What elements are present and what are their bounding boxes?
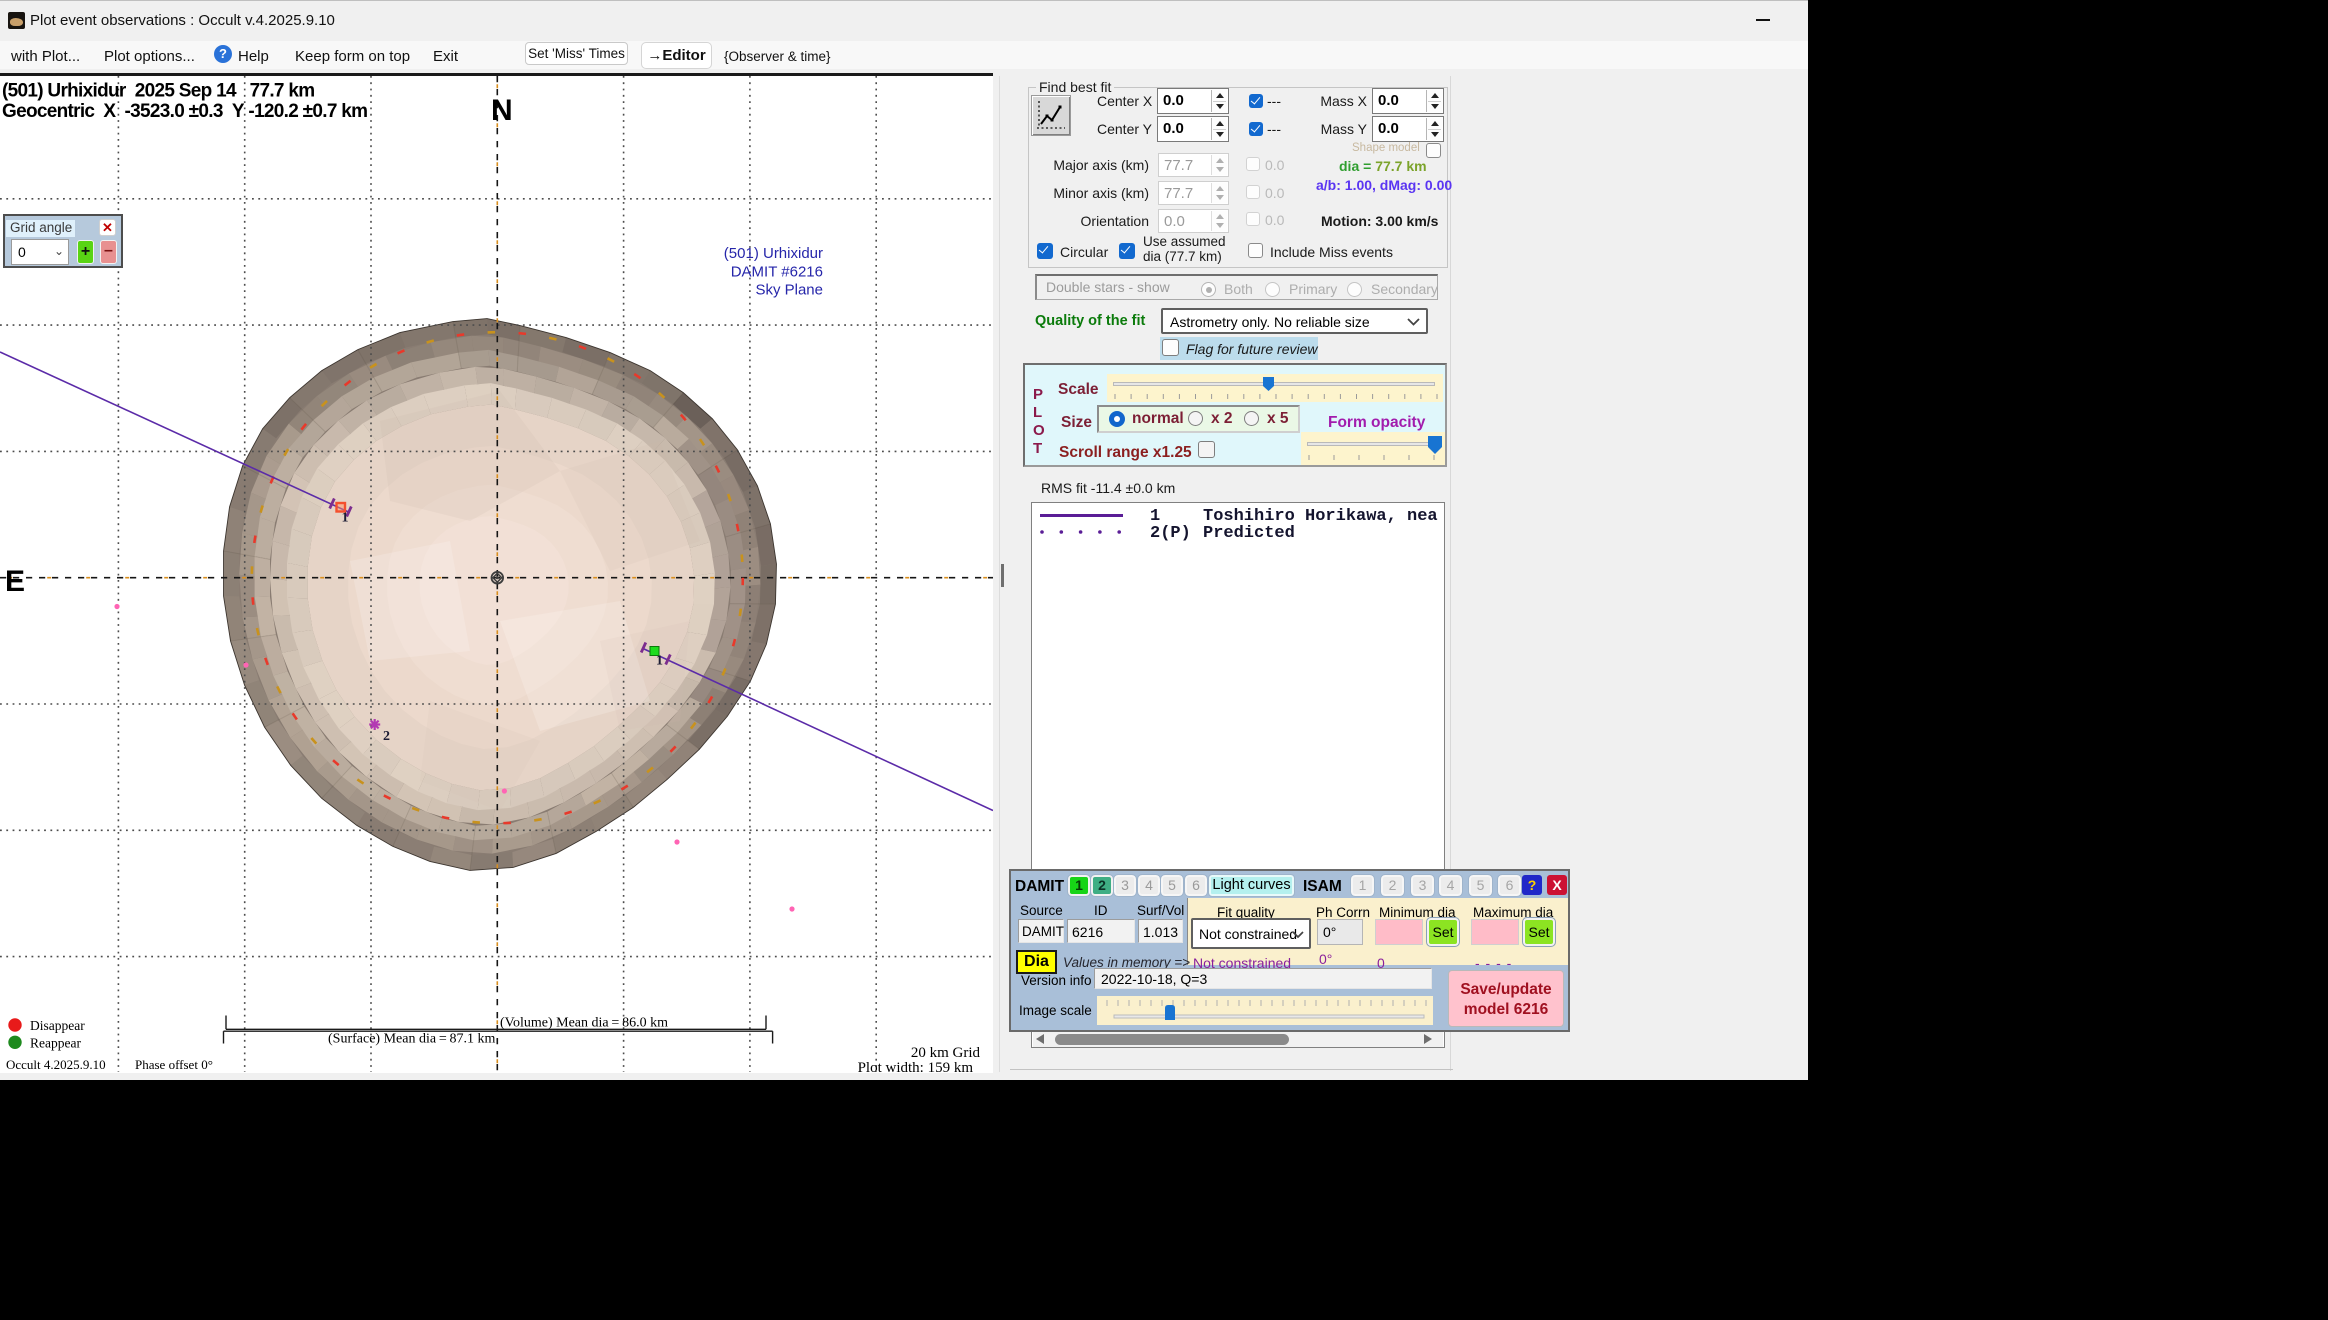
- svg-text:(501) Urhixidur: (501) Urhixidur: [724, 245, 823, 262]
- svg-text:(Surface) Mean dia = 87.1 km: (Surface) Mean dia = 87.1 km: [328, 1032, 496, 1047]
- svg-text:(501) Urhixidur 2025 Sep 14: (501) Urhixidur 2025 Sep 14 77.7 km: [2, 81, 314, 102]
- svg-text:Phase offset 0°: Phase offset 0°: [135, 1057, 213, 1072]
- svg-text:20 km Grid: 20 km Grid: [911, 1045, 981, 1061]
- svg-text:E: E: [5, 565, 25, 598]
- svg-text:1: 1: [342, 511, 349, 526]
- svg-text:Occult 4.2025.9.10: Occult 4.2025.9.10: [6, 1057, 106, 1072]
- svg-text:2: 2: [383, 729, 390, 744]
- svg-text:DAMIT #6216: DAMIT #6216: [731, 264, 823, 281]
- svg-text:N: N: [491, 94, 513, 127]
- svg-text:1: 1: [656, 654, 663, 669]
- svg-text:Disappear: Disappear: [30, 1018, 85, 1033]
- svg-text:Plot width: 159 km: Plot width: 159 km: [858, 1060, 974, 1073]
- svg-text:Geocentric X -3523.0 ±0.3 Y: Geocentric X -3523.0 ±0.3 Y -120.2 ±0.7 …: [2, 101, 367, 122]
- svg-text:Sky Plane: Sky Plane: [755, 282, 823, 299]
- svg-text:Reappear: Reappear: [30, 1036, 81, 1051]
- svg-text:(Volume) Mean dia = 86.0 km: (Volume) Mean dia = 86.0 km: [500, 1016, 668, 1031]
